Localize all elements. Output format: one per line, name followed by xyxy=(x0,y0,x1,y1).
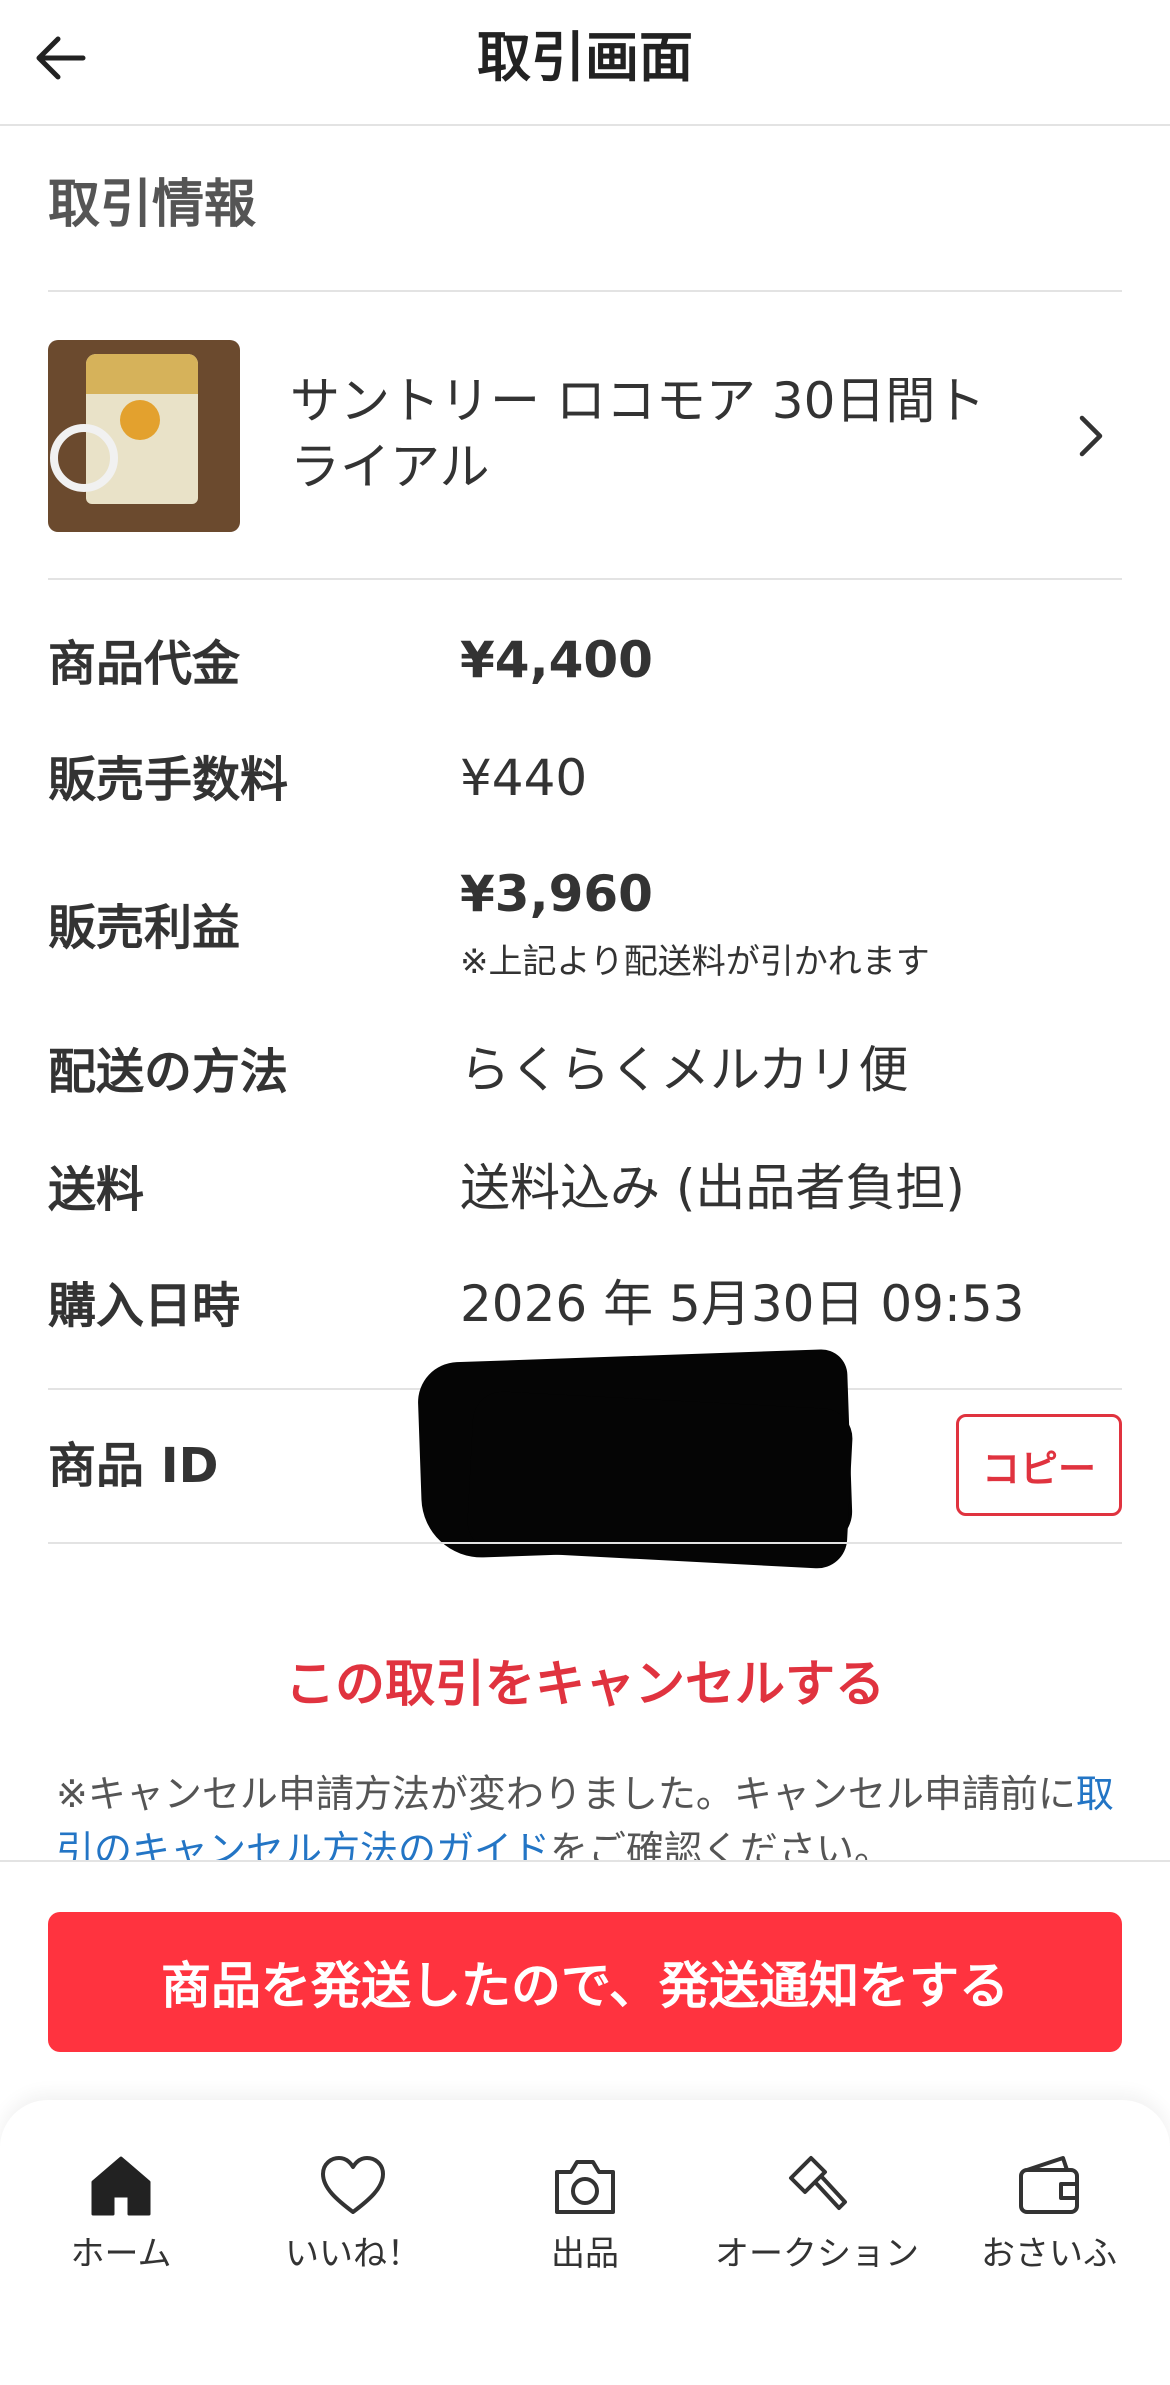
ship-notify-button[interactable]: 商品を発送したので、発送通知をする xyxy=(48,1912,1122,2052)
purchase-date-label: 購入日時 xyxy=(48,1278,241,1334)
fee-label: 販売手数料 xyxy=(48,752,289,808)
tab-bar: ホーム いいね！ 出品 オークション おさいふ xyxy=(0,2100,1170,2385)
item-thumbnail xyxy=(48,340,240,532)
item-row[interactable]: サントリー ロコモア 30日間トライアル xyxy=(48,340,1122,532)
tab-likes-label: いいね！ xyxy=(285,2234,421,2274)
fee-value: ¥440 xyxy=(460,749,588,807)
tab-auction-label: オークション xyxy=(715,2234,919,2274)
tab-auction[interactable]: オークション xyxy=(700,2150,934,2290)
cancel-transaction-link[interactable]: この取引をキャンセルする xyxy=(0,1650,1170,1718)
cancel-note-prefix: ※キャンセル申請方法が変わりました。キャンセル申請前に xyxy=(56,1772,1076,1816)
divider xyxy=(48,1542,1122,1544)
tab-home[interactable]: ホーム xyxy=(4,2150,238,2290)
gavel-icon xyxy=(789,2156,847,2210)
price-value: ¥4,400 xyxy=(460,631,653,689)
home-icon xyxy=(91,2156,151,2216)
tab-wallet[interactable]: おさいふ xyxy=(932,2150,1166,2290)
tab-wallet-label: おさいふ xyxy=(981,2234,1117,2274)
purchase-date-value: 2026 年 5月30日 09:53 xyxy=(460,1275,1025,1333)
price-label: 商品代金 xyxy=(48,636,241,692)
tab-sell-label: 出品 xyxy=(551,2234,619,2274)
heart-icon xyxy=(321,2156,385,2214)
shipping-fee-label: 送料 xyxy=(48,1162,145,1218)
profit-note: ※上記より配送料が引かれます xyxy=(460,942,930,982)
shipping-method-value: らくらくメルカリ便 xyxy=(460,1041,909,1099)
shipping-method-label: 配送の方法 xyxy=(48,1044,289,1100)
tab-sell[interactable]: 出品 xyxy=(468,2150,702,2290)
divider xyxy=(48,290,1122,292)
profit-value: ¥3,960 xyxy=(460,865,653,923)
copy-button[interactable]: コピー xyxy=(956,1414,1122,1516)
page-title: 取引画面 xyxy=(477,26,693,89)
profit-label: 販売利益 xyxy=(48,900,241,956)
divider xyxy=(48,578,1122,580)
camera-icon xyxy=(555,2160,615,2214)
item-id-label: 商品 ID xyxy=(48,1438,219,1494)
section-title: 取引情報 xyxy=(48,175,257,235)
wallet-icon xyxy=(1019,2156,1079,2214)
shipping-fee-value: 送料込み (出品者負担) xyxy=(460,1159,965,1217)
tab-likes[interactable]: いいね！ xyxy=(236,2150,470,2290)
tab-home-label: ホーム xyxy=(70,2234,172,2274)
chevron-right-icon xyxy=(1079,415,1103,457)
item-name: サントリー ロコモア 30日間トライアル xyxy=(290,372,986,496)
header-bar: 取引画面 xyxy=(0,0,1170,126)
